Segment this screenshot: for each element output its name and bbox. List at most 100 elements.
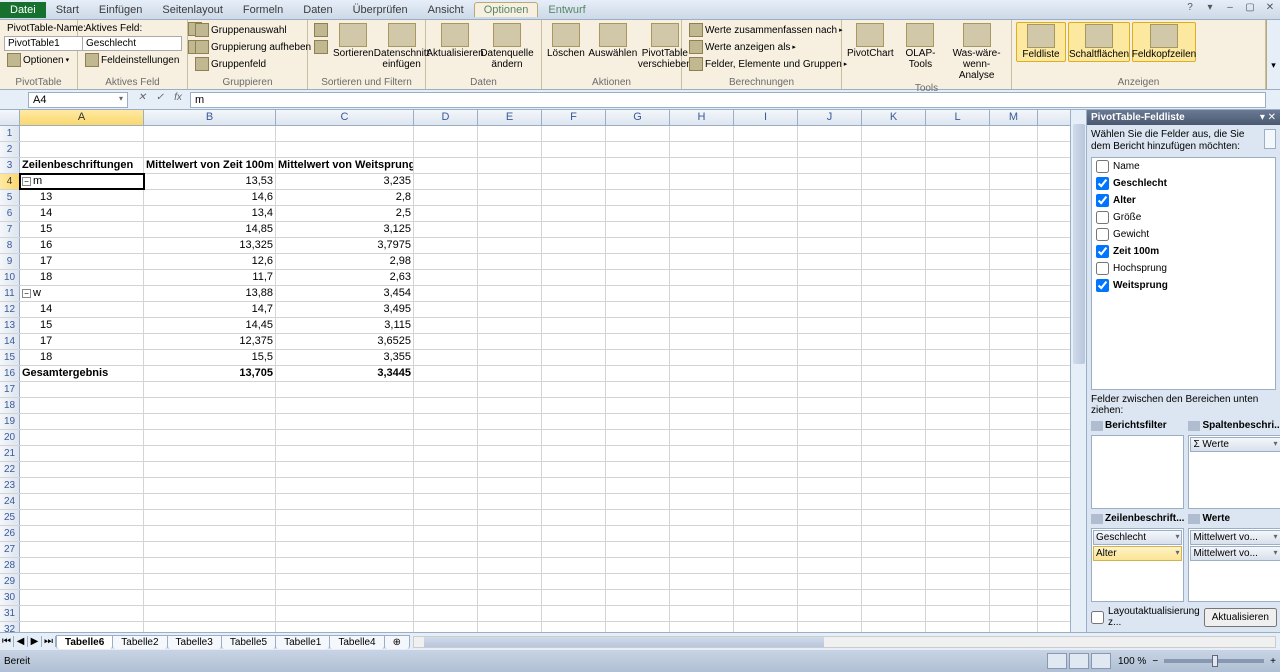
row-header[interactable]: 27	[0, 542, 20, 557]
cell[interactable]	[862, 238, 926, 253]
cell[interactable]	[734, 222, 798, 237]
cell[interactable]	[606, 366, 670, 381]
column-header-E[interactable]: E	[478, 110, 542, 125]
cell[interactable]	[926, 238, 990, 253]
row-header[interactable]: 13	[0, 318, 20, 333]
cell[interactable]	[478, 462, 542, 477]
cell[interactable]	[670, 622, 734, 632]
cell[interactable]: Zeilenbeschriftungen▾	[20, 158, 144, 173]
cell[interactable]	[542, 174, 606, 189]
row-header[interactable]: 9	[0, 254, 20, 269]
cell[interactable]: 15	[20, 318, 144, 333]
worksheet-grid[interactable]: ABCDEFGHIJKLM 123Zeilenbeschriftungen▾Mi…	[0, 110, 1070, 632]
group-field-button[interactable]: Gruppenfeld	[192, 56, 314, 72]
row-header[interactable]: 6	[0, 206, 20, 221]
cell[interactable]	[144, 398, 276, 413]
cell[interactable]	[734, 334, 798, 349]
cell[interactable]: 17	[20, 254, 144, 269]
cell[interactable]	[926, 350, 990, 365]
fieldlist-toggle[interactable]: Feldliste	[1016, 22, 1066, 62]
fx-icon[interactable]: fx	[170, 92, 186, 108]
restore-icon[interactable]: ▢	[1242, 2, 1258, 18]
cell[interactable]	[990, 366, 1038, 381]
cell[interactable]	[734, 302, 798, 317]
cell[interactable]	[734, 510, 798, 525]
row-header[interactable]: 5	[0, 190, 20, 205]
cell[interactable]	[990, 238, 1038, 253]
cell[interactable]	[414, 366, 478, 381]
summarize-button[interactable]: Werte zusammenfassen nach▸	[686, 22, 850, 38]
cell[interactable]	[798, 574, 862, 589]
cell[interactable]	[798, 446, 862, 461]
pivotchart-button[interactable]: PivotChart	[846, 22, 895, 60]
cell[interactable]: 14	[20, 302, 144, 317]
cell[interactable]	[798, 238, 862, 253]
cell[interactable]	[606, 542, 670, 557]
cell[interactable]	[478, 366, 542, 381]
group-selection-button[interactable]: Gruppenauswahl	[192, 22, 314, 38]
cell[interactable]	[606, 622, 670, 632]
column-header-A[interactable]: A	[20, 110, 144, 125]
cell[interactable]	[414, 542, 478, 557]
change-source-button[interactable]: Datenquelle ändern	[482, 22, 532, 71]
cell[interactable]	[798, 126, 862, 141]
row-header[interactable]: 18	[0, 398, 20, 413]
cell[interactable]	[542, 542, 606, 557]
cell[interactable]: 14,45	[144, 318, 276, 333]
cell[interactable]	[990, 350, 1038, 365]
cell[interactable]	[670, 542, 734, 557]
row-header[interactable]: 28	[0, 558, 20, 573]
cell[interactable]	[734, 174, 798, 189]
cell[interactable]	[734, 158, 798, 173]
zoom-level[interactable]: 100 %	[1118, 656, 1146, 667]
cell[interactable]	[20, 590, 144, 605]
cell[interactable]: 3,7975	[276, 238, 414, 253]
select-button[interactable]: Auswählen	[588, 22, 638, 60]
tab-einfügen[interactable]: Einfügen	[89, 2, 152, 18]
cell[interactable]	[734, 286, 798, 301]
cell[interactable]	[606, 238, 670, 253]
cell[interactable]	[606, 302, 670, 317]
cell[interactable]	[276, 142, 414, 157]
cell[interactable]	[798, 302, 862, 317]
cell[interactable]	[862, 270, 926, 285]
cell[interactable]	[798, 382, 862, 397]
cell[interactable]	[478, 174, 542, 189]
cell[interactable]: 3,454	[276, 286, 414, 301]
cell[interactable]: 2,5	[276, 206, 414, 221]
cell[interactable]: 14,6	[144, 190, 276, 205]
cell[interactable]	[606, 254, 670, 269]
tab-formeln[interactable]: Formeln	[233, 2, 293, 18]
cell[interactable]	[276, 126, 414, 141]
cell[interactable]	[990, 158, 1038, 173]
cell[interactable]	[798, 462, 862, 477]
show-as-button[interactable]: Werte anzeigen als▸	[686, 39, 850, 55]
cell[interactable]	[670, 414, 734, 429]
cell[interactable]: 14	[20, 206, 144, 221]
cell[interactable]	[542, 238, 606, 253]
cell[interactable]	[990, 206, 1038, 221]
cell[interactable]	[478, 606, 542, 621]
close-icon[interactable]: ✕	[1262, 2, 1278, 18]
cell[interactable]	[734, 254, 798, 269]
cell[interactable]	[862, 542, 926, 557]
cell[interactable]	[990, 430, 1038, 445]
cell[interactable]	[990, 526, 1038, 541]
cell[interactable]	[276, 590, 414, 605]
cell[interactable]: 16	[20, 238, 144, 253]
cell[interactable]	[926, 526, 990, 541]
field-gewicht[interactable]: Gewicht	[1092, 226, 1275, 243]
cell[interactable]	[926, 190, 990, 205]
formula-input[interactable]: m	[190, 92, 1266, 108]
cell[interactable]	[144, 558, 276, 573]
cell[interactable]	[798, 558, 862, 573]
cell[interactable]	[478, 542, 542, 557]
cell[interactable]	[926, 222, 990, 237]
row-header[interactable]: 1	[0, 126, 20, 141]
cell[interactable]	[862, 446, 926, 461]
cell[interactable]	[606, 318, 670, 333]
cell[interactable]	[478, 158, 542, 173]
cell[interactable]	[862, 526, 926, 541]
cell[interactable]: 13,4	[144, 206, 276, 221]
cell[interactable]	[990, 254, 1038, 269]
